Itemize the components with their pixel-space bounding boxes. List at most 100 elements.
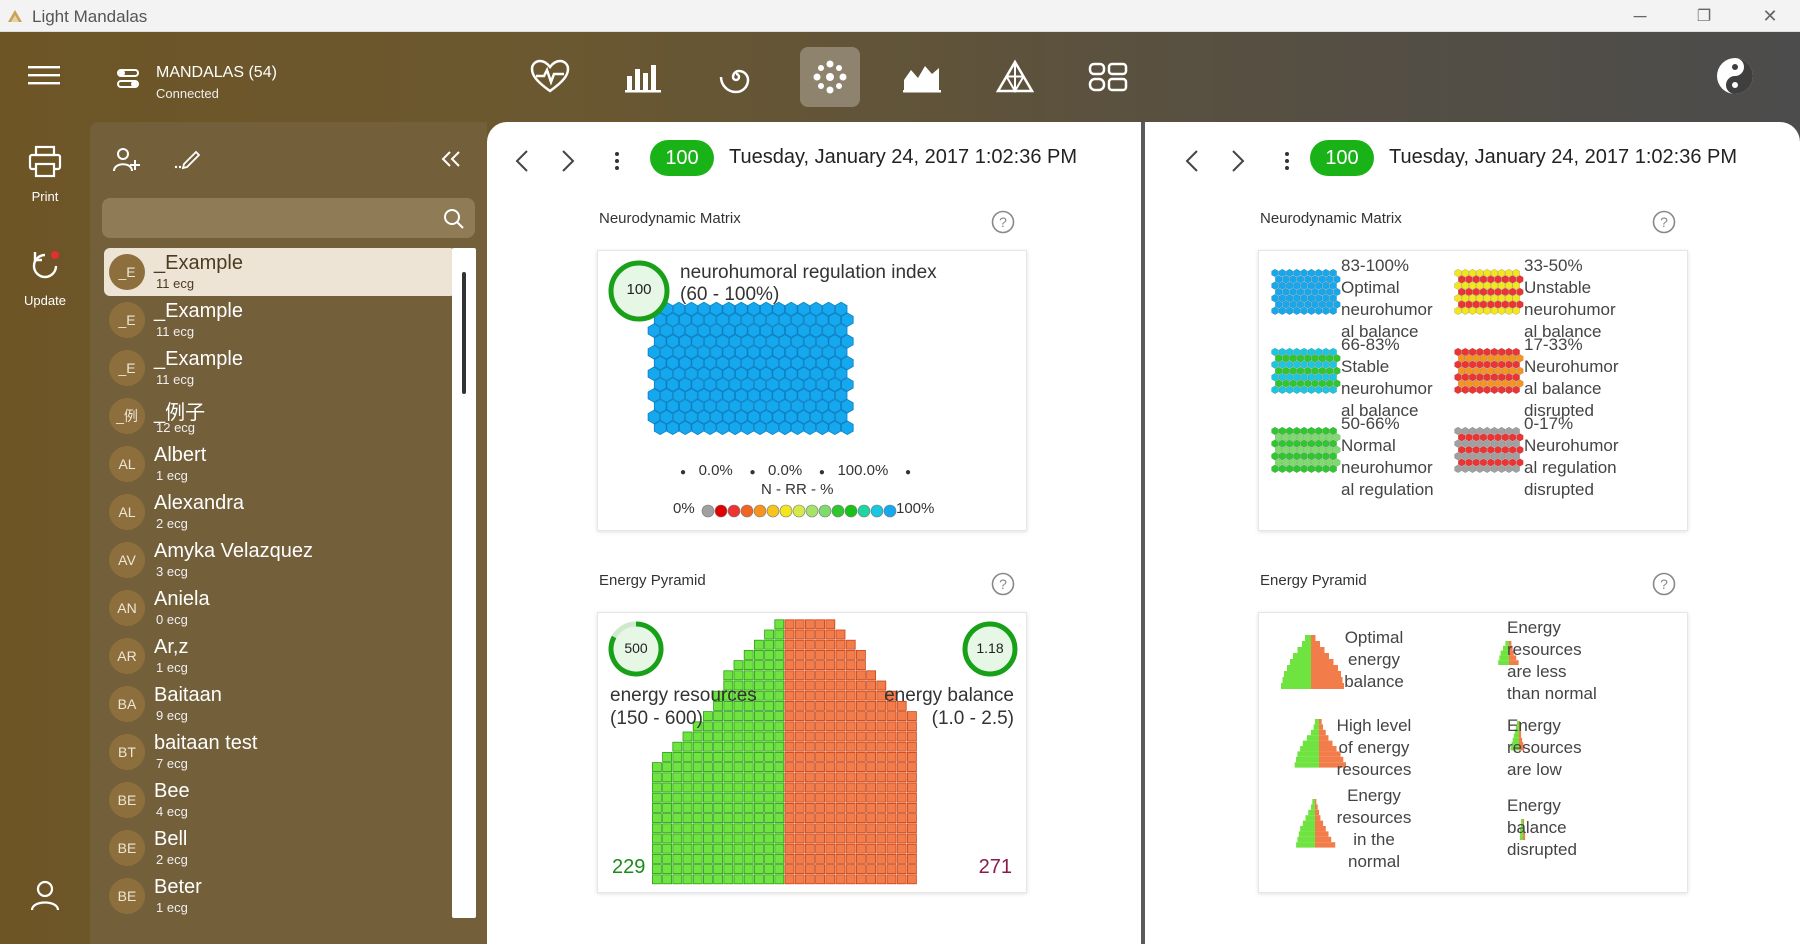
minimize-button[interactable]: ─ (1610, 0, 1670, 32)
top-toolbar: MANDALAS (54) Connected (0, 32, 1800, 122)
legend-line: neurohumor (1341, 458, 1433, 477)
yin-yang-icon[interactable] (1716, 57, 1754, 95)
pyramid-resource-cell (713, 741, 723, 752)
contact-list-item[interactable]: AL Albert 1 ecg (104, 440, 456, 488)
matrix-help-icon[interactable]: ? (991, 210, 1015, 234)
pyramid-icon[interactable] (985, 47, 1045, 107)
spiral-icon[interactable] (706, 47, 766, 107)
close-button[interactable]: ✕ (1740, 0, 1800, 32)
pyramid-balance-cell (835, 813, 846, 824)
pyramid-resource-cell (743, 670, 754, 681)
pyramid-resource-cell (662, 762, 672, 773)
pyramid-resource-cell (662, 802, 672, 813)
pyramid-balance-cell (804, 721, 815, 732)
pyramid-help-icon[interactable]: ? (991, 572, 1015, 596)
pyramid-balance-cell (876, 782, 887, 793)
pyramid-balance-cell (835, 670, 846, 681)
contact-list-item[interactable]: BA Baitaan 9 ecg (104, 680, 456, 728)
pyramid-balance-cell (886, 772, 897, 783)
contact-list-item[interactable]: _E _Example 11 ecg (104, 296, 456, 344)
print-button[interactable]: Print (0, 144, 90, 204)
pyramid-help-icon[interactable]: ? (1652, 572, 1676, 596)
pyramid-resource-cell (733, 802, 744, 813)
pyramid-resource-cell (682, 762, 693, 773)
contact-list-scrollbar[interactable] (452, 248, 476, 918)
pyramid-balance-cell (866, 670, 877, 681)
scrollbar-thumb[interactable] (462, 272, 466, 394)
prev-record-button[interactable] (1177, 146, 1207, 176)
scale-swatch (857, 504, 871, 518)
contact-list-item[interactable]: _例 _例子 12 ecg (104, 392, 456, 440)
pyramid-balance-cell (784, 802, 795, 813)
contact-list-item[interactable]: BT baitaan test 7 ecg (104, 728, 456, 776)
pyramid-resource-cell (662, 751, 672, 762)
more-options-icon[interactable] (1277, 146, 1297, 176)
add-user-icon[interactable] (112, 146, 142, 174)
scale-max-label: 100% (896, 500, 935, 517)
pyramid-balance-cell (835, 680, 846, 691)
restore-button[interactable]: ❐ (1674, 0, 1734, 32)
pyramid-balance-cell (855, 731, 866, 742)
matrix-cell (797, 366, 810, 382)
pyramid-resource-cell (743, 762, 754, 773)
contact-list-item[interactable]: AN Aniela 0 ecg (104, 584, 456, 632)
contact-list-item[interactable]: BE Bell 2 ecg (104, 824, 456, 872)
heart-pulse-icon[interactable] (520, 47, 580, 107)
collapse-sidebar-icon[interactable] (440, 148, 462, 170)
search-icon[interactable] (443, 208, 465, 230)
pyramid-balance-cell (784, 874, 795, 885)
contact-list-item[interactable]: BE Beter 1 ecg (104, 872, 456, 918)
contact-list-item[interactable]: AV Amyka Velazquez 3 ecg (104, 536, 456, 584)
matrix-cell (791, 420, 804, 436)
contact-list-item[interactable]: _E _Example 11 ecg (104, 344, 456, 392)
contact-list-item[interactable]: AR Ar,z 1 ecg (104, 632, 456, 680)
pyramid-resource-cell (652, 782, 662, 793)
contact-list-item[interactable]: BE Bee 4 ecg (104, 776, 456, 824)
pyramid-balance-cell (835, 762, 846, 773)
pyramid-section-title: Energy Pyramid (599, 572, 706, 589)
next-record-button[interactable] (553, 146, 583, 176)
pyramid-balance-cell (784, 690, 795, 701)
matrix-cell (653, 420, 667, 436)
contact-ecg-count: 2 ecg (156, 852, 188, 867)
pyramid-balance-cell (866, 711, 877, 721)
chevron-right-icon (562, 150, 575, 172)
pyramid-resource-cell (774, 874, 785, 885)
pyramid-balance-cell (794, 762, 805, 773)
legend-line: disrupted (1524, 480, 1594, 499)
user-account-icon[interactable] (28, 878, 62, 912)
pyramid-resource-cell (692, 751, 703, 762)
contact-list-item[interactable]: _E _Example 11 ecg (104, 248, 456, 296)
pyramid-resource-cell (774, 864, 785, 875)
layout-grid-icon[interactable] (1078, 47, 1138, 107)
pyramid-resource-cell (764, 721, 775, 732)
scale-min-label: 0% (673, 500, 695, 517)
mandala-icon[interactable] (800, 47, 860, 107)
pyramid-resource-cell (764, 660, 775, 670)
legend-line: 66-83% (1341, 335, 1400, 354)
matrix-help-icon[interactable]: ? (1652, 210, 1676, 234)
pyramid-balance-cell (815, 629, 826, 640)
pyramid-resource-cell (672, 792, 683, 803)
legend-line: resources (1336, 808, 1412, 827)
pyramid-resource-cell (723, 823, 734, 834)
pyramid-balance-cell (845, 772, 856, 783)
more-options-icon[interactable] (607, 146, 627, 176)
area-chart-icon[interactable] (892, 47, 952, 107)
pyramid-resource-cell (682, 864, 693, 875)
pyramid-resource-cell (774, 680, 785, 691)
pyramid-balance-cell (896, 874, 907, 885)
update-button[interactable]: Update (0, 248, 90, 308)
contact-list-item[interactable]: AL Alexandra 2 ecg (104, 488, 456, 536)
edit-pencil-icon[interactable] (174, 146, 202, 170)
next-record-button[interactable] (1223, 146, 1253, 176)
pyramid-balance-cell (855, 823, 866, 834)
hamburger-menu-icon[interactable] (28, 62, 62, 88)
window-title: Light Mandalas (32, 7, 148, 26)
prev-record-button[interactable] (507, 146, 537, 176)
legend-line: Stable (1341, 357, 1390, 376)
pyramid-balance-cell (866, 823, 877, 834)
contact-search-field[interactable] (102, 198, 475, 238)
pyramid-resource-cell (723, 670, 734, 681)
bar-chart-icon[interactable] (613, 47, 673, 107)
